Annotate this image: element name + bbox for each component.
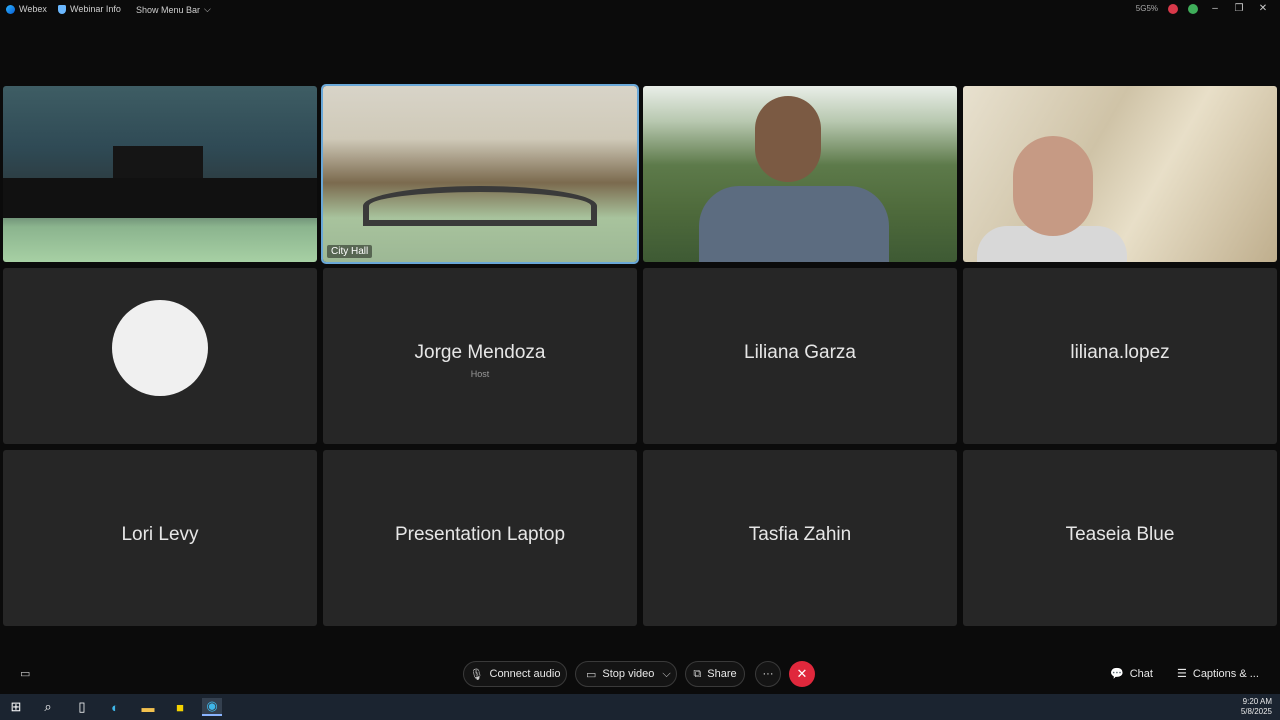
connect-audio-label: Connect audio: [489, 668, 561, 680]
participant-tile-tasfia-zahin[interactable]: Tasfia Zahin: [643, 450, 957, 626]
more-options-button[interactable]: ···: [755, 661, 781, 687]
chat-button[interactable]: 💬 Chat: [1110, 667, 1153, 681]
more-icon: ···: [762, 668, 774, 680]
webinar-info-label: Webinar Info: [70, 4, 121, 14]
status-text: 5G5%: [1135, 4, 1158, 13]
chevron-down-icon[interactable]: ⌵: [662, 668, 670, 681]
person-head-shape: [755, 96, 821, 182]
share-label: Share: [707, 668, 737, 680]
close-icon: ✕: [796, 666, 808, 681]
connection-status-icon: [1188, 3, 1198, 14]
chat-label: Chat: [1129, 667, 1153, 680]
search-icon[interactable]: ⌕: [38, 698, 58, 716]
recording-status-icon: [1168, 3, 1178, 14]
participant-role: Host: [470, 369, 490, 379]
video-tile-city-hall[interactable]: City Hall: [321, 84, 639, 264]
webex-taskbar-icon[interactable]: ◉: [202, 698, 222, 716]
captions-icon: ☰: [1177, 668, 1187, 680]
video-tile-label: City Hall: [327, 245, 373, 258]
captions-label: Captions & ...: [1192, 667, 1259, 680]
chevron-down-icon: ⌵: [204, 4, 211, 14]
dais-shape: [3, 178, 317, 218]
stop-video-button[interactable]: ▭ Stop video ⌵: [575, 661, 677, 687]
participant-name: Tasfia Zahin: [748, 524, 852, 545]
person-torso-shape: [699, 186, 889, 262]
council-dais-shape: [363, 186, 597, 226]
show-menu-bar-button[interactable]: Show Menu Bar ⌵: [136, 4, 211, 15]
stop-video-label: Stop video: [602, 668, 655, 680]
chat-bubble-icon: 💬: [1110, 668, 1124, 680]
participant-tile-jorge-mendoza[interactable]: Jorge Mendoza Host: [323, 268, 637, 444]
system-clock[interactable]: 9:20 AM 5/8/2025: [1241, 697, 1272, 717]
audio-icon: 🎙: [469, 668, 484, 681]
clock-date: 5/8/2025: [1240, 707, 1272, 716]
clock-time: 9:20 AM: [1242, 697, 1272, 706]
avatar: [112, 300, 208, 396]
participant-name: Presentation Laptop: [394, 524, 566, 545]
leave-meeting-button[interactable]: ✕: [789, 661, 815, 687]
maximize-button[interactable]: ❐: [1232, 3, 1246, 14]
participant-name: Teaseia Blue: [1065, 524, 1175, 545]
edge-browser-icon[interactable]: ◐: [105, 698, 125, 716]
video-tile-chamber-podium[interactable]: [3, 86, 317, 262]
connect-audio-button[interactable]: 🎙 Connect audio: [463, 661, 567, 687]
title-bar: Webex Webinar Info Show Menu Bar ⌵ 5G5% …: [0, 0, 1280, 20]
participant-name: Jorge Mendoza: [414, 342, 546, 363]
file-explorer-icon[interactable]: ▬: [138, 698, 158, 716]
file-icon[interactable]: ▯: [72, 698, 92, 716]
minimize-button[interactable]: –: [1208, 3, 1222, 14]
participant-tile-liliana-garza[interactable]: Liliana Garza: [643, 268, 957, 444]
video-tile-liliana-lopez[interactable]: [963, 86, 1277, 262]
windows-start-icon[interactable]: ⊞: [6, 698, 26, 716]
app-name: Webex: [19, 4, 47, 14]
share-button[interactable]: ⧉ Share: [685, 661, 745, 687]
person-head-shape: [1013, 136, 1093, 236]
participant-name: Lori Levy: [121, 524, 199, 545]
share-icon: ⧉: [693, 667, 702, 680]
participant-tile-teaseia-blue[interactable]: Teaseia Blue: [963, 450, 1277, 626]
participant-tile-presentation-laptop[interactable]: Presentation Laptop: [323, 450, 637, 626]
webex-app-menu[interactable]: Webex: [6, 4, 47, 14]
participant-tile-liliana-lopez[interactable]: liliana.lopez: [963, 268, 1277, 444]
video-camera-icon: ▭: [586, 668, 597, 681]
meeting-controls-bar: ▭ 🎙 Connect audio ▭ Stop video ⌵ ⧉ Share…: [0, 656, 1280, 692]
participant-tile-lori-levy[interactable]: Lori Levy: [3, 450, 317, 626]
video-tile-liliana-garza[interactable]: [643, 86, 957, 262]
participant-name: liliana.lopez: [1070, 342, 1170, 363]
participant-tile-avatar[interactable]: [3, 268, 317, 444]
shield-icon: [58, 4, 66, 14]
layout-icon[interactable]: ▭: [20, 667, 30, 680]
os-taskbar: ⊞ ⌕ ▯ ◐ ▬ ■ ◉ 9:20 AM 5/8/2025: [0, 694, 1280, 720]
show-menu-bar-label: Show Menu Bar: [136, 4, 201, 15]
webinar-info-button[interactable]: Webinar Info: [58, 4, 121, 14]
close-window-button[interactable]: ✕: [1256, 3, 1270, 14]
sticky-notes-icon[interactable]: ■: [170, 698, 190, 716]
participant-name: Liliana Garza: [744, 342, 856, 363]
captions-button[interactable]: ☰ Captions & ...: [1177, 667, 1259, 681]
webex-logo-icon: [6, 4, 15, 14]
